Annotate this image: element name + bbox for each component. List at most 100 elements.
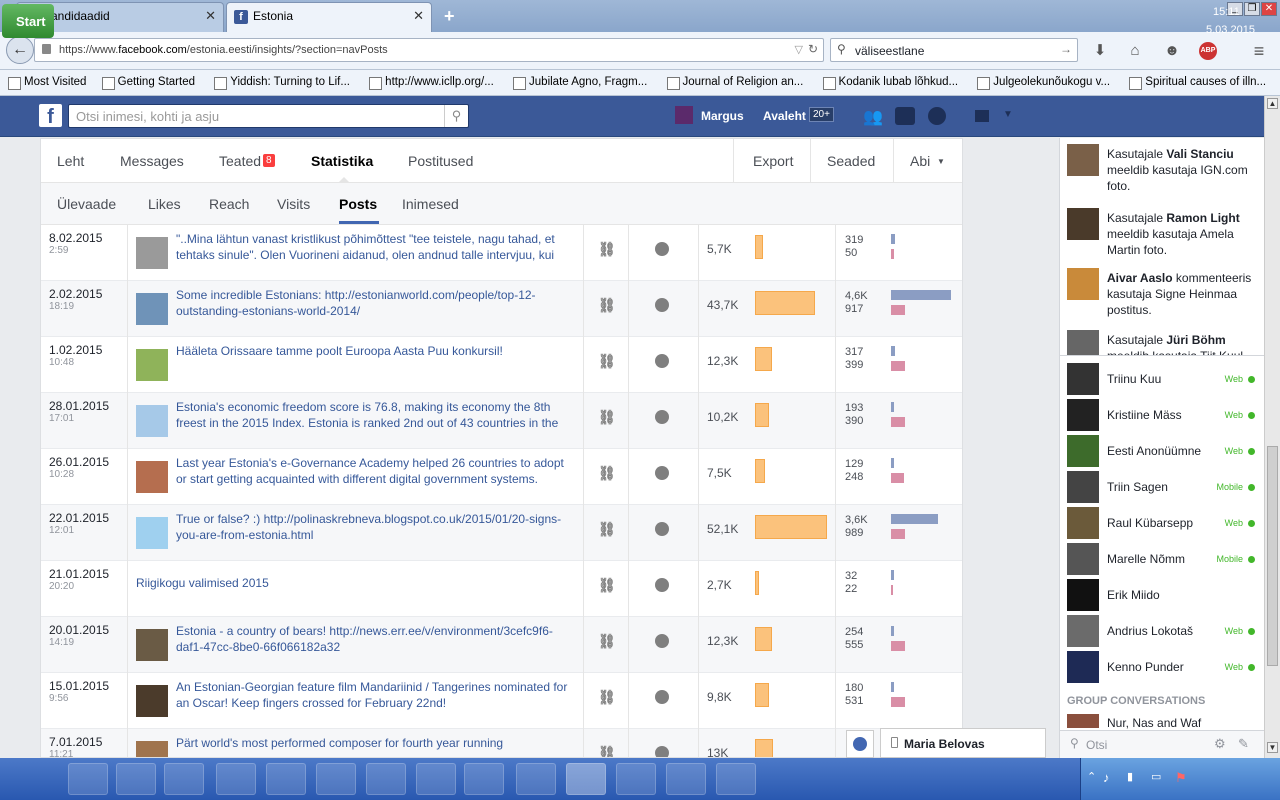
post-text-link[interactable]: True or false? :) http://polinaskrebneva… — [176, 511, 576, 545]
subtab-ulevaade[interactable]: Ülevaade — [57, 196, 116, 212]
scroll-thumb[interactable] — [1267, 446, 1278, 666]
media-player-icon[interactable] — [164, 763, 204, 795]
notifications-globe-icon[interactable] — [928, 107, 946, 125]
contact-item-9[interactable]: Kenno Punder Web — [1067, 651, 1257, 683]
new-tab-icon[interactable]: + — [444, 6, 455, 27]
close-window-icon[interactable]: ✕ — [1261, 2, 1277, 16]
bookmark-item[interactable]: Spiritual causes of illn... — [1127, 76, 1266, 90]
tray-time[interactable]: 15:11 — [1213, 6, 1240, 18]
contact-item-2[interactable]: Kristiine Mäss Web — [1067, 399, 1257, 431]
post-text-link[interactable]: Some incredible Estonians: http://estoni… — [176, 287, 576, 321]
post-thumbnail[interactable] — [136, 685, 168, 717]
adblock-icon[interactable]: ABP — [1199, 42, 1217, 60]
download-icon[interactable]: ⬇ — [1091, 42, 1109, 60]
post-thumbnail[interactable] — [136, 405, 168, 437]
bookmark-item[interactable]: http://www.icllp.org/... — [367, 76, 494, 90]
ticker-name[interactable]: Ramon Light — [1166, 211, 1239, 225]
start-button[interactable]: Start — [2, 4, 54, 38]
post-text-link[interactable]: An Estonian-Georgian feature film Mandar… — [176, 679, 576, 713]
post-text-link[interactable]: "..Mina lähtun vanast kristlikust põhimõ… — [176, 231, 576, 265]
post-thumbnail[interactable] — [136, 517, 168, 549]
avatar[interactable] — [1067, 144, 1099, 176]
tab-statistika[interactable]: Statistika — [311, 153, 373, 169]
bookmark-item[interactable]: Julgeolekunõukogu v... — [975, 76, 1110, 90]
post-text-link[interactable]: Riigikogu valimised 2015 — [136, 575, 536, 609]
group-conversation-item[interactable]: Nur, Nas and Waf — [1107, 716, 1201, 730]
opera-icon[interactable] — [266, 763, 306, 795]
search-go-icon[interactable]: → — [1060, 42, 1072, 56]
chat-icon[interactable]: ☻ — [1163, 42, 1181, 60]
sticky-notes-icon[interactable] — [316, 763, 356, 795]
subtab-reach[interactable]: Reach — [209, 196, 249, 212]
privacy-lock-icon[interactable] — [975, 110, 989, 122]
menu-icon[interactable]: ≡ — [1250, 42, 1268, 60]
abi-menu[interactable]: Abi — [910, 153, 930, 169]
post-thumbnail[interactable] — [136, 741, 168, 757]
post-thumbnail[interactable] — [136, 461, 168, 493]
tray-expand-icon[interactable]: ⌃ — [1087, 770, 1096, 783]
chat-search-input[interactable]: Otsi — [1086, 738, 1107, 752]
account-menu-chevron-icon[interactable]: ▼ — [1003, 109, 1013, 120]
restore-icon[interactable]: ❐ — [1244, 2, 1260, 16]
subtab-likes[interactable]: Likes — [148, 196, 181, 212]
tab-messages[interactable]: Messages — [120, 153, 184, 169]
chat-tab[interactable]: Maria Belovas — [880, 728, 1046, 758]
post-text-link[interactable]: Pärt world's most performed composer for… — [176, 735, 576, 757]
home-icon[interactable]: ⌂ — [1126, 42, 1144, 60]
avatar[interactable] — [1067, 208, 1099, 240]
url-bar[interactable]: https://www.facebook.com/estonia.eesti/i… — [34, 38, 824, 62]
post-thumbnail[interactable] — [136, 629, 168, 661]
post-thumbnail[interactable] — [136, 237, 168, 269]
avatar[interactable] — [1067, 268, 1099, 300]
avatar[interactable] — [1067, 330, 1099, 355]
chat-globe-button[interactable] — [846, 730, 874, 758]
close-tab-icon[interactable]: ✕ — [205, 8, 216, 24]
notepad-icon[interactable] — [464, 763, 504, 795]
control-panel-icon[interactable] — [216, 763, 256, 795]
tab-teated[interactable]: Teated — [219, 153, 261, 169]
ticker-name[interactable]: Vali Stanciu — [1166, 147, 1233, 161]
post-text-link[interactable]: Estonia - a country of bears! http://new… — [176, 623, 576, 657]
ticker-name[interactable]: Jüri Böhm — [1166, 333, 1225, 347]
contact-item-3[interactable]: Eesti Anonüümne Web — [1067, 435, 1257, 467]
facebook-search-input[interactable]: Otsi inimesi, kohti ja asju ⚲ — [68, 104, 469, 128]
back-icon[interactable]: ← — [6, 36, 34, 64]
ticker-story[interactable]: Kasutajale Ramon Light meeldib kasutaja … — [1107, 210, 1257, 258]
battery-icon[interactable]: ▭ — [1151, 770, 1161, 783]
file-explorer-icon[interactable] — [116, 763, 156, 795]
close-tab-icon[interactable]: ✕ — [413, 8, 424, 24]
clock-icon[interactable] — [416, 763, 456, 795]
search-icon[interactable]: ⚲ — [444, 105, 468, 127]
seaded-link[interactable]: Seaded — [827, 153, 875, 169]
browser-tab-estonia[interactable]: f Estonia ✕ — [226, 2, 432, 32]
bookmark-item[interactable]: Most Visited — [6, 76, 86, 90]
ticker-story[interactable]: Aivar Aaslo kommenteeris kasutaja Signe … — [1107, 270, 1257, 318]
friends-icon[interactable]: 👥 — [863, 107, 883, 126]
scroll-down-icon[interactable]: ▼ — [1267, 742, 1278, 753]
subtab-visits[interactable]: Visits — [277, 196, 310, 212]
post-text-link[interactable]: Last year Estonia's e-Governance Academy… — [176, 455, 576, 489]
ticker-name[interactable]: Aivar Aaslo — [1107, 271, 1173, 285]
facebook-logo-icon[interactable]: f — [39, 104, 62, 128]
tab-leht[interactable]: Leht — [57, 153, 84, 169]
bookmark-item[interactable]: Jubilate Agno, Fragm... — [511, 76, 647, 90]
chevron-down-icon[interactable]: ▼ — [937, 157, 945, 166]
post-thumbnail[interactable] — [136, 293, 168, 325]
spreadsheet-icon[interactable] — [616, 763, 656, 795]
ticker-story[interactable]: Kasutajale Jüri Böhm meeldib kasutaja Ti… — [1107, 332, 1257, 355]
home-link[interactable]: Avaleht — [763, 109, 806, 123]
browser-search-input[interactable]: ⚲ väliseestlane → — [830, 38, 1078, 62]
tray-date[interactable]: 5.03.2015 — [1206, 24, 1255, 36]
subtab-inimesed[interactable]: Inimesed — [402, 196, 459, 212]
contact-item-6[interactable]: Marelle Nõmm Mobile — [1067, 543, 1257, 575]
network-icon[interactable]: ▮ — [1127, 770, 1133, 783]
chrome-icon[interactable] — [516, 763, 556, 795]
contact-item-1[interactable]: Triinu Kuu Web — [1067, 363, 1257, 395]
dropdown-arrow-icon[interactable]: ▽ — [795, 43, 803, 56]
post-text-link[interactable]: Hääleta Orissaare tamme poolt Euroopa Aa… — [176, 343, 576, 377]
firefox-icon[interactable] — [566, 763, 606, 795]
avatar[interactable] — [675, 106, 693, 124]
ticker-story[interactable]: Kasutajale Vali Stanciu meeldib kasutaja… — [1107, 146, 1257, 194]
export-link[interactable]: Export — [753, 153, 793, 169]
post-thumbnail[interactable] — [136, 349, 168, 381]
